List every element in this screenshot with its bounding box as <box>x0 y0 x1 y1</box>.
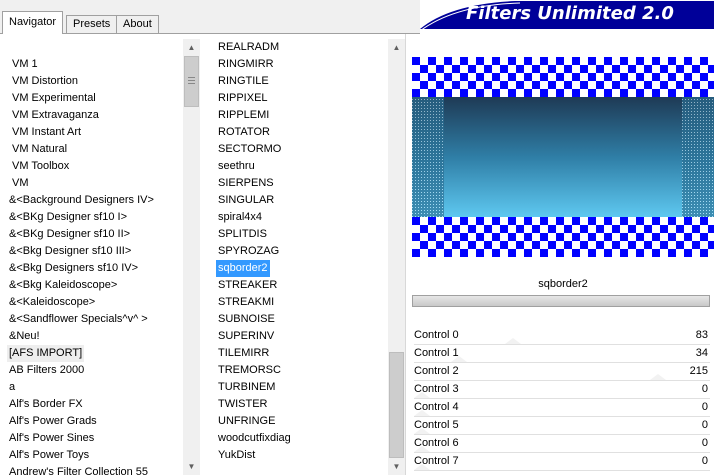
control-slider[interactable]: Control 50 <box>410 417 714 435</box>
control-value: 83 <box>695 329 708 341</box>
filter-item[interactable]: REALRADM <box>216 39 281 56</box>
category-item[interactable]: VM Natural <box>10 141 69 158</box>
slider-pointer-icon[interactable] <box>650 374 667 380</box>
category-item[interactable]: VM <box>10 175 31 192</box>
filter-item[interactable]: RINGTILE <box>216 73 271 90</box>
control-slider[interactable]: Control 0 83 <box>410 327 714 345</box>
filter-item[interactable]: TWISTER <box>216 396 270 413</box>
category-item[interactable]: VM 1 <box>10 56 40 73</box>
scroll-down-arrow-icon[interactable]: ▼ <box>388 458 405 475</box>
scroll-down-arrow-icon[interactable]: ▼ <box>183 458 200 475</box>
category-item[interactable]: VM Distortion <box>10 73 80 90</box>
category-item[interactable]: &<Kaleidoscope> <box>7 294 97 311</box>
control-slider[interactable]: Control 40 <box>410 399 714 417</box>
filter-item[interactable]: SINGULAR <box>216 192 276 209</box>
filter-item[interactable]: YukDist <box>216 447 257 464</box>
scroll-up-arrow-icon[interactable]: ▲ <box>388 39 405 56</box>
category-item[interactable]: &<Sandflower Specials^v^ > <box>7 311 150 328</box>
filter-item[interactable]: SIERPENS <box>216 175 276 192</box>
slider-pointer-icon[interactable] <box>414 446 430 452</box>
category-item[interactable]: VM Experimental <box>10 90 98 107</box>
category-item[interactable]: VM Extravaganza <box>10 107 101 124</box>
control-slider[interactable]: Control 1 34 <box>410 345 714 363</box>
category-item[interactable]: &<Bkg Kaleidoscope> <box>7 277 119 294</box>
filter-item[interactable]: woodcutfixdiag <box>216 430 293 447</box>
category-item[interactable]: &Neu! <box>7 328 42 345</box>
control-label: Control 2 <box>414 365 459 377</box>
controls-panel: Control 0 83 Control 1 34 Control 2 215 Contro… <box>410 322 714 475</box>
filter-name-bar <box>412 295 710 307</box>
preview-graphic <box>412 57 714 257</box>
slider-pointer-icon[interactable] <box>505 338 522 344</box>
category-item[interactable]: a <box>7 379 17 396</box>
category-item[interactable]: Alf's Power Sines <box>7 430 96 447</box>
category-item[interactable]: AB Filters 2000 <box>7 362 86 379</box>
control-value: 34 <box>695 347 708 359</box>
control-slider[interactable]: Control 70 <box>410 453 714 471</box>
filter-item[interactable]: STREAKMI <box>216 294 276 311</box>
filter-item[interactable]: RINGMIRR <box>216 56 276 73</box>
filter-list[interactable]: REALRADM RINGMIRR RINGTILE RIPPIXEL RIPPLEMI… <box>214 34 388 475</box>
preview-image <box>412 57 714 257</box>
category-item[interactable]: VM Toolbox <box>10 158 71 175</box>
slider-pointer-icon[interactable] <box>414 410 430 416</box>
filter-item[interactable]: TURBINEM <box>216 379 277 396</box>
filter-item[interactable]: TREMORSC <box>216 362 283 379</box>
filter-item[interactable]: SUPERINV <box>216 328 276 345</box>
control-value: 0 <box>701 455 708 467</box>
filter-item[interactable]: TILEMIRR <box>216 345 271 362</box>
scroll-up-arrow-icon[interactable]: ▲ <box>183 39 200 56</box>
control-value: 0 <box>701 437 708 449</box>
selected-filter-name: sqborder2 <box>538 278 588 290</box>
category-item[interactable]: &<Background Designers IV> <box>7 192 156 209</box>
category-item[interactable]: Alf's Power Grads <box>7 413 99 430</box>
filter-item[interactable]: spiral4x4 <box>216 209 264 226</box>
slider-track[interactable] <box>414 470 710 471</box>
category-item[interactable]: Alf's Power Toys <box>7 447 91 464</box>
control-value: 0 <box>701 383 708 395</box>
filter-item[interactable]: SPLITDIS <box>216 226 269 243</box>
filter-item[interactable]: seethru <box>216 158 257 175</box>
filter-item[interactable]: UNFRINGE <box>216 413 277 430</box>
slider-pointer-icon[interactable] <box>451 356 468 362</box>
category-list[interactable]: VM 1 VM Distortion VM Experimental VM Extra… <box>0 34 183 475</box>
slider-pointer-icon[interactable] <box>414 392 430 398</box>
category-item[interactable]: &<Bkg Designers sf10 IV> <box>7 260 140 277</box>
tab-about[interactable]: About <box>116 15 159 34</box>
category-list-scrollbar[interactable]: ▲ ▼ <box>183 39 200 475</box>
panel-separator <box>405 34 406 475</box>
filter-list-scrollbar[interactable]: ▲ ▼ <box>388 39 405 475</box>
control-slider[interactable]: Control 60 <box>410 435 714 453</box>
filter-item[interactable]: SUBNOISE <box>216 311 277 328</box>
filter-item[interactable]: RIPPLEMI <box>216 107 271 124</box>
scrollbar-thumb[interactable] <box>389 352 404 458</box>
category-item[interactable]: &<BKg Designer sf10 II> <box>7 226 132 243</box>
window-title: Filters Unlimited 2.0 <box>466 3 674 24</box>
control-value: 0 <box>701 401 708 413</box>
category-item[interactable]: &<Bkg Designer sf10 III> <box>7 243 133 260</box>
control-slider[interactable]: Control 2 215 <box>410 363 714 381</box>
category-item[interactable]: Alf's Border FX <box>7 396 85 413</box>
filter-item[interactable]: SECTORMO <box>216 141 283 158</box>
slider-pointer-icon[interactable] <box>414 428 430 434</box>
filter-item[interactable]: SPYROZAG <box>216 243 281 260</box>
tab-navigator[interactable]: Navigator <box>2 11 64 34</box>
filter-item[interactable]: sqborder2 <box>216 260 270 277</box>
title-banner: Filters Unlimited 2.0 <box>420 0 714 32</box>
control-value: 0 <box>701 419 708 431</box>
control-label: Control 0 <box>414 329 459 341</box>
category-item[interactable]: &<BKg Designer sf10 I> <box>7 209 129 226</box>
control-slider[interactable]: Control 30 <box>410 381 714 399</box>
control-value: 215 <box>689 365 708 377</box>
category-item[interactable]: [AFS IMPORT] <box>7 345 85 362</box>
tab-presets[interactable]: Presets <box>66 15 118 34</box>
filter-item[interactable]: RIPPIXEL <box>216 90 270 107</box>
category-item[interactable]: VM Instant Art <box>10 124 83 141</box>
filter-item[interactable]: ROTATOR <box>216 124 272 141</box>
scrollbar-thumb[interactable] <box>184 56 199 107</box>
filter-item[interactable]: STREAKER <box>216 277 279 294</box>
slider-pointer-icon[interactable] <box>414 464 430 470</box>
category-item[interactable]: Andrew's Filter Collection 55 <box>7 464 150 475</box>
